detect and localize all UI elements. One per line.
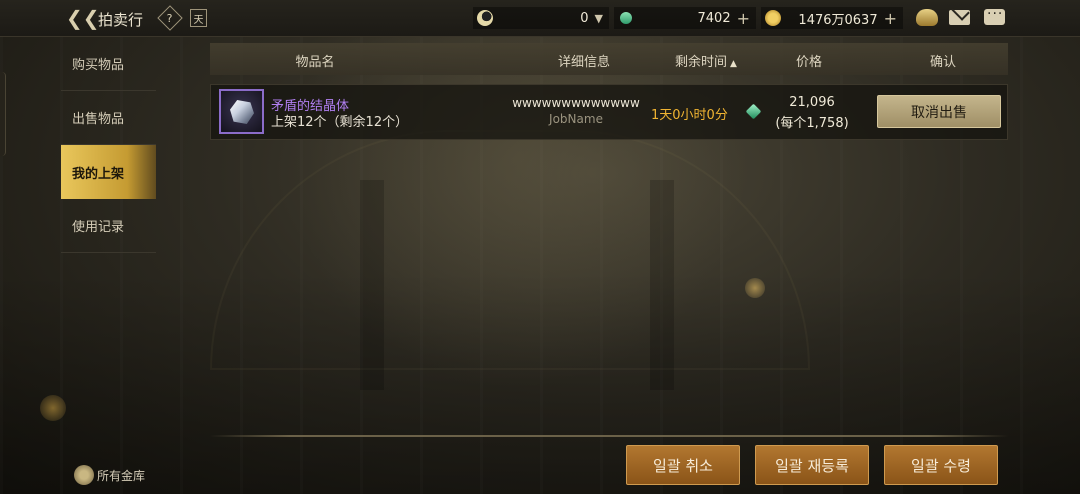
column-price: 价格 [795, 55, 823, 70]
mail-icon[interactable] [949, 10, 970, 25]
sparkle-light [745, 278, 765, 298]
calendar-icon[interactable]: 天 [190, 9, 207, 27]
vault-icon [74, 465, 94, 485]
moon-icon [477, 10, 493, 26]
item-quantity: 上架12个（剩余12个） [271, 115, 409, 130]
gem-icon [745, 103, 762, 120]
sidebar-item-sell[interactable]: 出售物品 [61, 91, 156, 145]
vault-button[interactable]: 所有金库 [74, 465, 145, 485]
table-row: 矛盾的结晶体 上架12个（剩余12个） wwwwwwwwwwwww JobNam… [210, 84, 1008, 140]
plus-icon[interactable]: + [884, 9, 897, 28]
currency-coin[interactable]: 1476万0637 + [761, 7, 903, 29]
help-icon[interactable]: ? [157, 5, 183, 31]
back-arrow-icon[interactable]: ❮❮ [66, 8, 100, 30]
sidebar-item-history[interactable]: 使用记录 [61, 199, 156, 253]
divider [210, 435, 1008, 437]
chevron-down-icon[interactable]: ▼ [595, 12, 603, 25]
currency-moon[interactable]: 0 ▼ [473, 7, 609, 29]
page-title: 拍卖行 [98, 11, 144, 29]
plus-icon[interactable]: + [737, 9, 750, 28]
column-confirm: 确认 [929, 55, 957, 70]
top-bar: ❮❮ 拍卖行 ? 天 0 ▼ 7402 + 1476万0637 + [0, 0, 1080, 37]
currency-gem[interactable]: 7402 + [614, 7, 756, 29]
cancel-all-button[interactable]: 일괄 취소 [626, 445, 740, 485]
currency-value: 0 [580, 10, 589, 26]
currency-value: 7402 [697, 10, 731, 26]
pot-icon[interactable] [916, 9, 938, 26]
column-details: 详细信息 [557, 55, 611, 70]
column-item-name: 物品名 [295, 55, 335, 70]
coin-icon [765, 10, 781, 26]
sidebar: 购买物品 出售物品 我的上架 使用记录 [0, 37, 160, 277]
currency-value: 1476万0637 [798, 12, 878, 28]
sidebar-item-buy[interactable]: 购买物品 [61, 37, 156, 91]
sort-ascending-icon: ▲ [730, 59, 737, 69]
table-header: 物品名 详细信息 剩余时间 ▲ 价格 确认 [210, 43, 1008, 75]
gem-icon [617, 9, 635, 27]
chat-icon[interactable] [984, 6, 1005, 25]
cancel-sale-button[interactable]: 取消出售 [877, 95, 1001, 128]
relist-all-button[interactable]: 일괄 재등록 [755, 445, 869, 485]
item-thumbnail[interactable] [219, 89, 264, 134]
crystal-icon [230, 100, 254, 124]
remaining-time: 1天0小时0分 [651, 108, 728, 123]
sparkle-light [40, 395, 66, 421]
sidebar-item-my-listings[interactable]: 我的上架 [61, 145, 156, 199]
column-remaining-time[interactable]: 剩余时间 ▲ [675, 51, 737, 70]
collect-all-button[interactable]: 일괄 수령 [884, 445, 998, 485]
vault-label: 所有金库 [97, 468, 146, 483]
